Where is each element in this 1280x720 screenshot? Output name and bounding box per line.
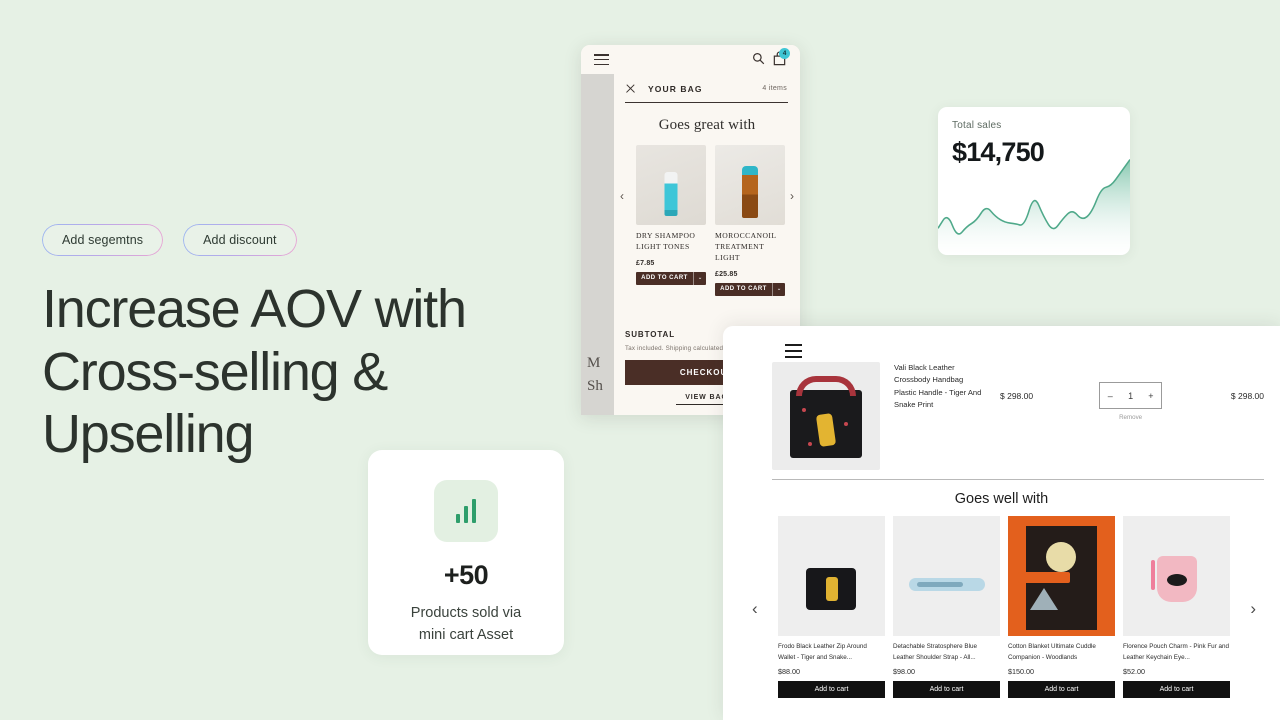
product-price: £7.85 [636,259,655,267]
add-discount-pill[interactable]: Add discount [183,224,297,256]
recommend-product-card[interactable]: Cotton Blanket Ultimate Cuddle Companion… [1008,516,1115,698]
print-dot [844,422,848,426]
mini-cart-item-count: 4 items [762,85,787,92]
handbag-handle-art [796,376,856,396]
blanket-text-art [1018,572,1070,583]
close-icon[interactable] [625,83,636,94]
cart-item-info: Vali Black Leather Crossbody Handbag Pla… [894,362,986,411]
cart-item-name: Vali Black Leather Crossbody Handbag Pla… [894,363,982,409]
mini-cart-product[interactable]: MOROCCANOIL TREATMENT LIGHT £25.85 ADD T… [715,145,785,296]
product-price: $150.00 [1008,667,1034,676]
recommend-prev-button[interactable]: ‹ [752,599,758,619]
product-thumbnail[interactable] [778,516,885,636]
product-price: $88.00 [778,667,800,676]
add-segments-pill[interactable]: Add segemtns [42,224,164,256]
mini-cart-title: YOUR BAG [648,83,703,94]
mountain-art [1030,588,1058,610]
total-sales-area-chart [938,159,1130,255]
product-thumbnail[interactable] [1123,516,1230,636]
stat-value: +50 [443,560,489,590]
treatment-oil-bottle-art [742,166,758,219]
product-thumbnail[interactable] [636,145,706,226]
cart-page: Vali Black Leather Crossbody Handbag Pla… [723,326,1280,720]
chevron-down-icon[interactable]: ⌄ [693,271,706,285]
product-thumbnail[interactable] [715,145,785,226]
remove-item-link[interactable]: Remove [1099,414,1162,421]
behind-text-line2: Sh [587,377,603,394]
hamburger-icon[interactable] [785,344,802,362]
carousel-next-button[interactable]: › [790,189,794,203]
cart-item-image[interactable] [772,362,880,470]
add-to-cart-button[interactable]: Add to cart [1123,681,1230,698]
add-to-cart-button[interactable]: ADD TO CART ⌄ [636,271,706,285]
product-name: DRY SHAMPOO LIGHT TONES [636,231,696,252]
quantity-increase-button[interactable]: + [1141,391,1161,401]
total-sales-label: Total sales [952,120,1002,131]
behind-text: M Sh [587,352,603,397]
quantity-stepper-wrap: – 1 + Remove [1099,362,1163,421]
total-sales-card: Total sales $14,750 [938,107,1130,255]
pouch-charm-art [1157,556,1197,602]
cart-item-unit-price: $ 298.00 [1000,391,1034,401]
page-title: Increase AOV with Cross-selling & Upsell… [42,279,467,465]
store-topbar: 4 [581,45,800,74]
dry-shampoo-bottle-art [664,172,678,217]
recommend-carousel: Frodo Black Leather Zip Around Wallet - … [778,516,1230,698]
tag-pill-row: Add segemtns Add discount [42,224,562,256]
recommend-product-card[interactable]: Detachable Stratosphere Blue Leather Sho… [893,516,1000,698]
cart-item-line-total: $ 298.00 [1230,391,1264,401]
bar-chart-icon [434,480,498,542]
moon-art [1046,542,1076,572]
product-price: $52.00 [1123,667,1145,676]
recommend-next-button[interactable]: › [1250,599,1256,619]
add-to-cart-button[interactable]: Add to cart [1008,681,1115,698]
product-name: Florence Pouch Charm - Pink Fur and Leat… [1123,643,1230,661]
wallet-art [806,568,856,610]
chevron-down-icon[interactable]: ⌄ [772,282,785,296]
behind-text-line1: M [587,355,601,371]
subtotal-label: SUBTOTAL [625,330,676,339]
hero-section: Add segemtns Add discount Increase AOV w… [42,224,562,466]
cart-divider [772,479,1264,480]
stat-label-line1: Products sold via [410,605,522,621]
cart-line-item: Vali Black Leather Crossbody Handbag Pla… [772,362,1264,470]
mini-cart-product[interactable]: DRY SHAMPOO LIGHT TONES £7.85 ADD TO CAR… [636,145,706,295]
product-name: Cotton Blanket Ultimate Cuddle Companion… [1008,643,1096,661]
mini-cart-header: YOUR BAG 4 items [614,74,800,94]
recommend-product-card[interactable]: Frodo Black Leather Zip Around Wallet - … [778,516,885,698]
stat-card-products-sold: +50 Products sold via mini cart Asset [368,450,564,655]
stat-label-line2: mini cart Asset [418,627,514,644]
add-to-cart-button[interactable]: ADD TO CART ⌄ [715,282,785,296]
add-to-cart-button[interactable]: Add to cart [893,681,1000,698]
print-dot [808,442,812,446]
cart-count-badge: 4 [779,48,790,59]
hamburger-icon[interactable] [594,54,609,68]
product-thumbnail[interactable] [893,516,1000,636]
shoulder-strap-art [909,578,985,591]
tassel-art [1151,560,1155,590]
carousel-prev-button[interactable]: ‹ [620,189,624,203]
quantity-stepper[interactable]: – 1 + [1099,382,1163,409]
mini-cart-recommend-heading: Goes great with [658,117,756,134]
stat-label: Products sold via mini cart Asset [386,602,546,647]
product-name: MOROCCANOIL TREATMENT LIGHT [715,231,777,262]
mini-cart-carousel: ‹ › DRY SHAMPOO LIGHT TONES £7.85 ADD TO… [614,145,800,296]
product-price: £25.85 [715,270,738,278]
cart-recommend-heading: Goes well with [954,491,1049,507]
product-name: Frodo Black Leather Zip Around Wallet - … [778,643,867,661]
quantity-value[interactable]: 1 [1120,391,1140,401]
search-icon[interactable] [752,52,765,65]
recommend-product-card[interactable]: Florence Pouch Charm - Pink Fur and Leat… [1123,516,1230,698]
add-to-cart-button[interactable]: Add to cart [778,681,885,698]
print-dot [802,408,806,412]
product-name: Detachable Stratosphere Blue Leather Sho… [893,643,978,661]
page-behind-overlay: M Sh [581,74,614,415]
header-divider [625,102,788,104]
add-to-cart-label: ADD TO CART [720,286,767,293]
quantity-decrease-button[interactable]: – [1100,391,1120,401]
product-price: $98.00 [893,667,915,676]
product-thumbnail[interactable] [1008,516,1115,636]
add-to-cart-label: ADD TO CART [641,275,688,282]
